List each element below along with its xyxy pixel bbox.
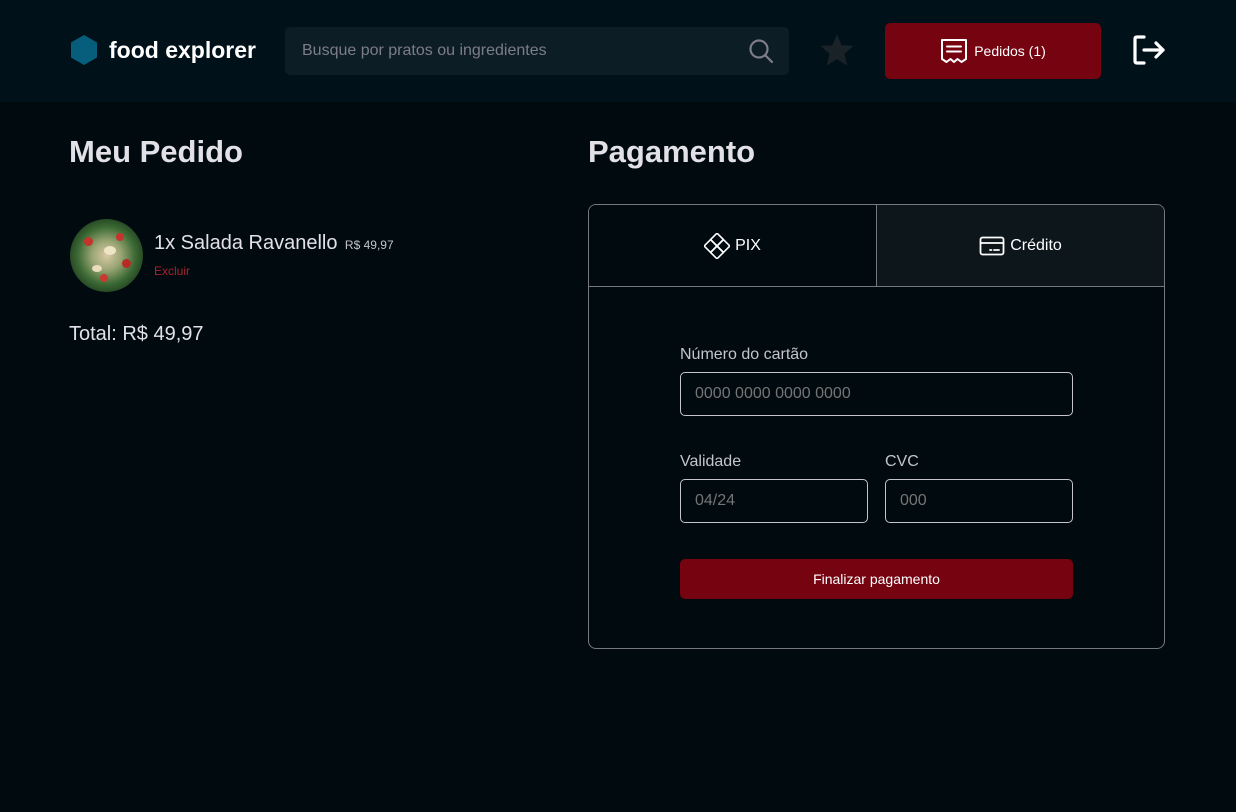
brand[interactable]: food explorer [70, 34, 256, 66]
pix-icon [704, 232, 731, 259]
expiry-label: Validade [680, 453, 742, 470]
search-icon[interactable] [748, 38, 774, 64]
hexagon-logo-icon [71, 35, 97, 65]
cvc-input[interactable] [885, 479, 1073, 523]
orders-button[interactable]: Pedidos (1) [885, 23, 1101, 79]
order-total: Total: R$ 49,97 [69, 323, 204, 345]
credit-card-icon [979, 236, 1005, 255]
delete-item-link[interactable]: Excluir [154, 264, 190, 278]
order-item-name: 1x Salada Ravanello [154, 232, 338, 254]
tab-credit-label: Crédito [1010, 236, 1062, 254]
tab-credit[interactable]: Crédito [877, 205, 1164, 287]
order-item-price: R$ 49,97 [344, 238, 394, 252]
brand-name: food explorer [109, 36, 256, 63]
search-input[interactable] [285, 27, 789, 75]
card-number-input[interactable] [680, 372, 1073, 416]
receipt-icon [941, 39, 968, 63]
star-icon[interactable] [819, 33, 855, 67]
cvc-label: CVC [885, 453, 919, 470]
app-header: food explorer Pedidos (1) [0, 0, 1236, 102]
expiry-input[interactable] [680, 479, 868, 523]
finish-payment-button[interactable]: Finalizar pagamento [680, 559, 1073, 599]
sign-out-icon[interactable] [1131, 32, 1167, 68]
payment-title: Pagamento [588, 134, 756, 169]
order-title: Meu Pedido [69, 134, 243, 169]
tab-pix-label: PIX [735, 236, 761, 254]
orders-button-label: Pedidos (1) [974, 43, 1046, 59]
tab-pix[interactable]: PIX [589, 205, 877, 287]
order-item: 1x Salada Ravanello R$ 49,97 [154, 232, 394, 255]
card-number-label: Número do cartão [680, 346, 809, 363]
dish-image [70, 219, 143, 292]
search-bar [285, 27, 789, 75]
